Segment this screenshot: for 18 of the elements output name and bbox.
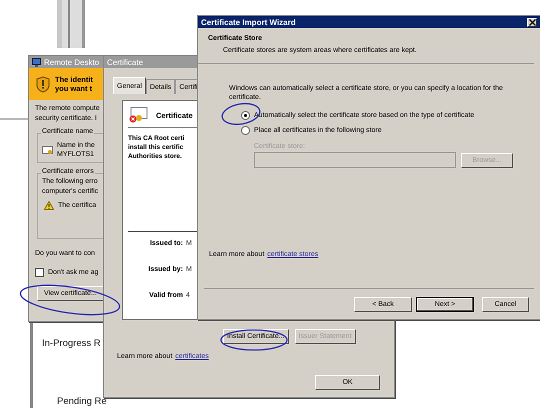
certificate-error-icon	[128, 107, 148, 123]
close-icon	[528, 18, 536, 26]
window-title: Remote Deskto	[44, 58, 100, 66]
shield-icon	[36, 76, 50, 92]
window-title: Certificate Import Wizard	[201, 18, 296, 26]
close-button[interactable]	[527, 18, 537, 26]
section-label: In-Progress R	[42, 338, 101, 349]
radio-button[interactable]	[241, 111, 250, 120]
computer-icon	[32, 58, 41, 66]
checkbox[interactable]	[35, 268, 44, 277]
section-label: Pending Re	[57, 396, 107, 407]
window-frame	[57, 0, 85, 48]
annotation-circle	[220, 329, 288, 351]
certificate-icon	[42, 146, 53, 154]
window-title: Certificate	[107, 58, 144, 66]
store-field[interactable]	[254, 152, 456, 168]
warning-icon	[44, 201, 54, 210]
radio-button[interactable]	[241, 126, 250, 135]
